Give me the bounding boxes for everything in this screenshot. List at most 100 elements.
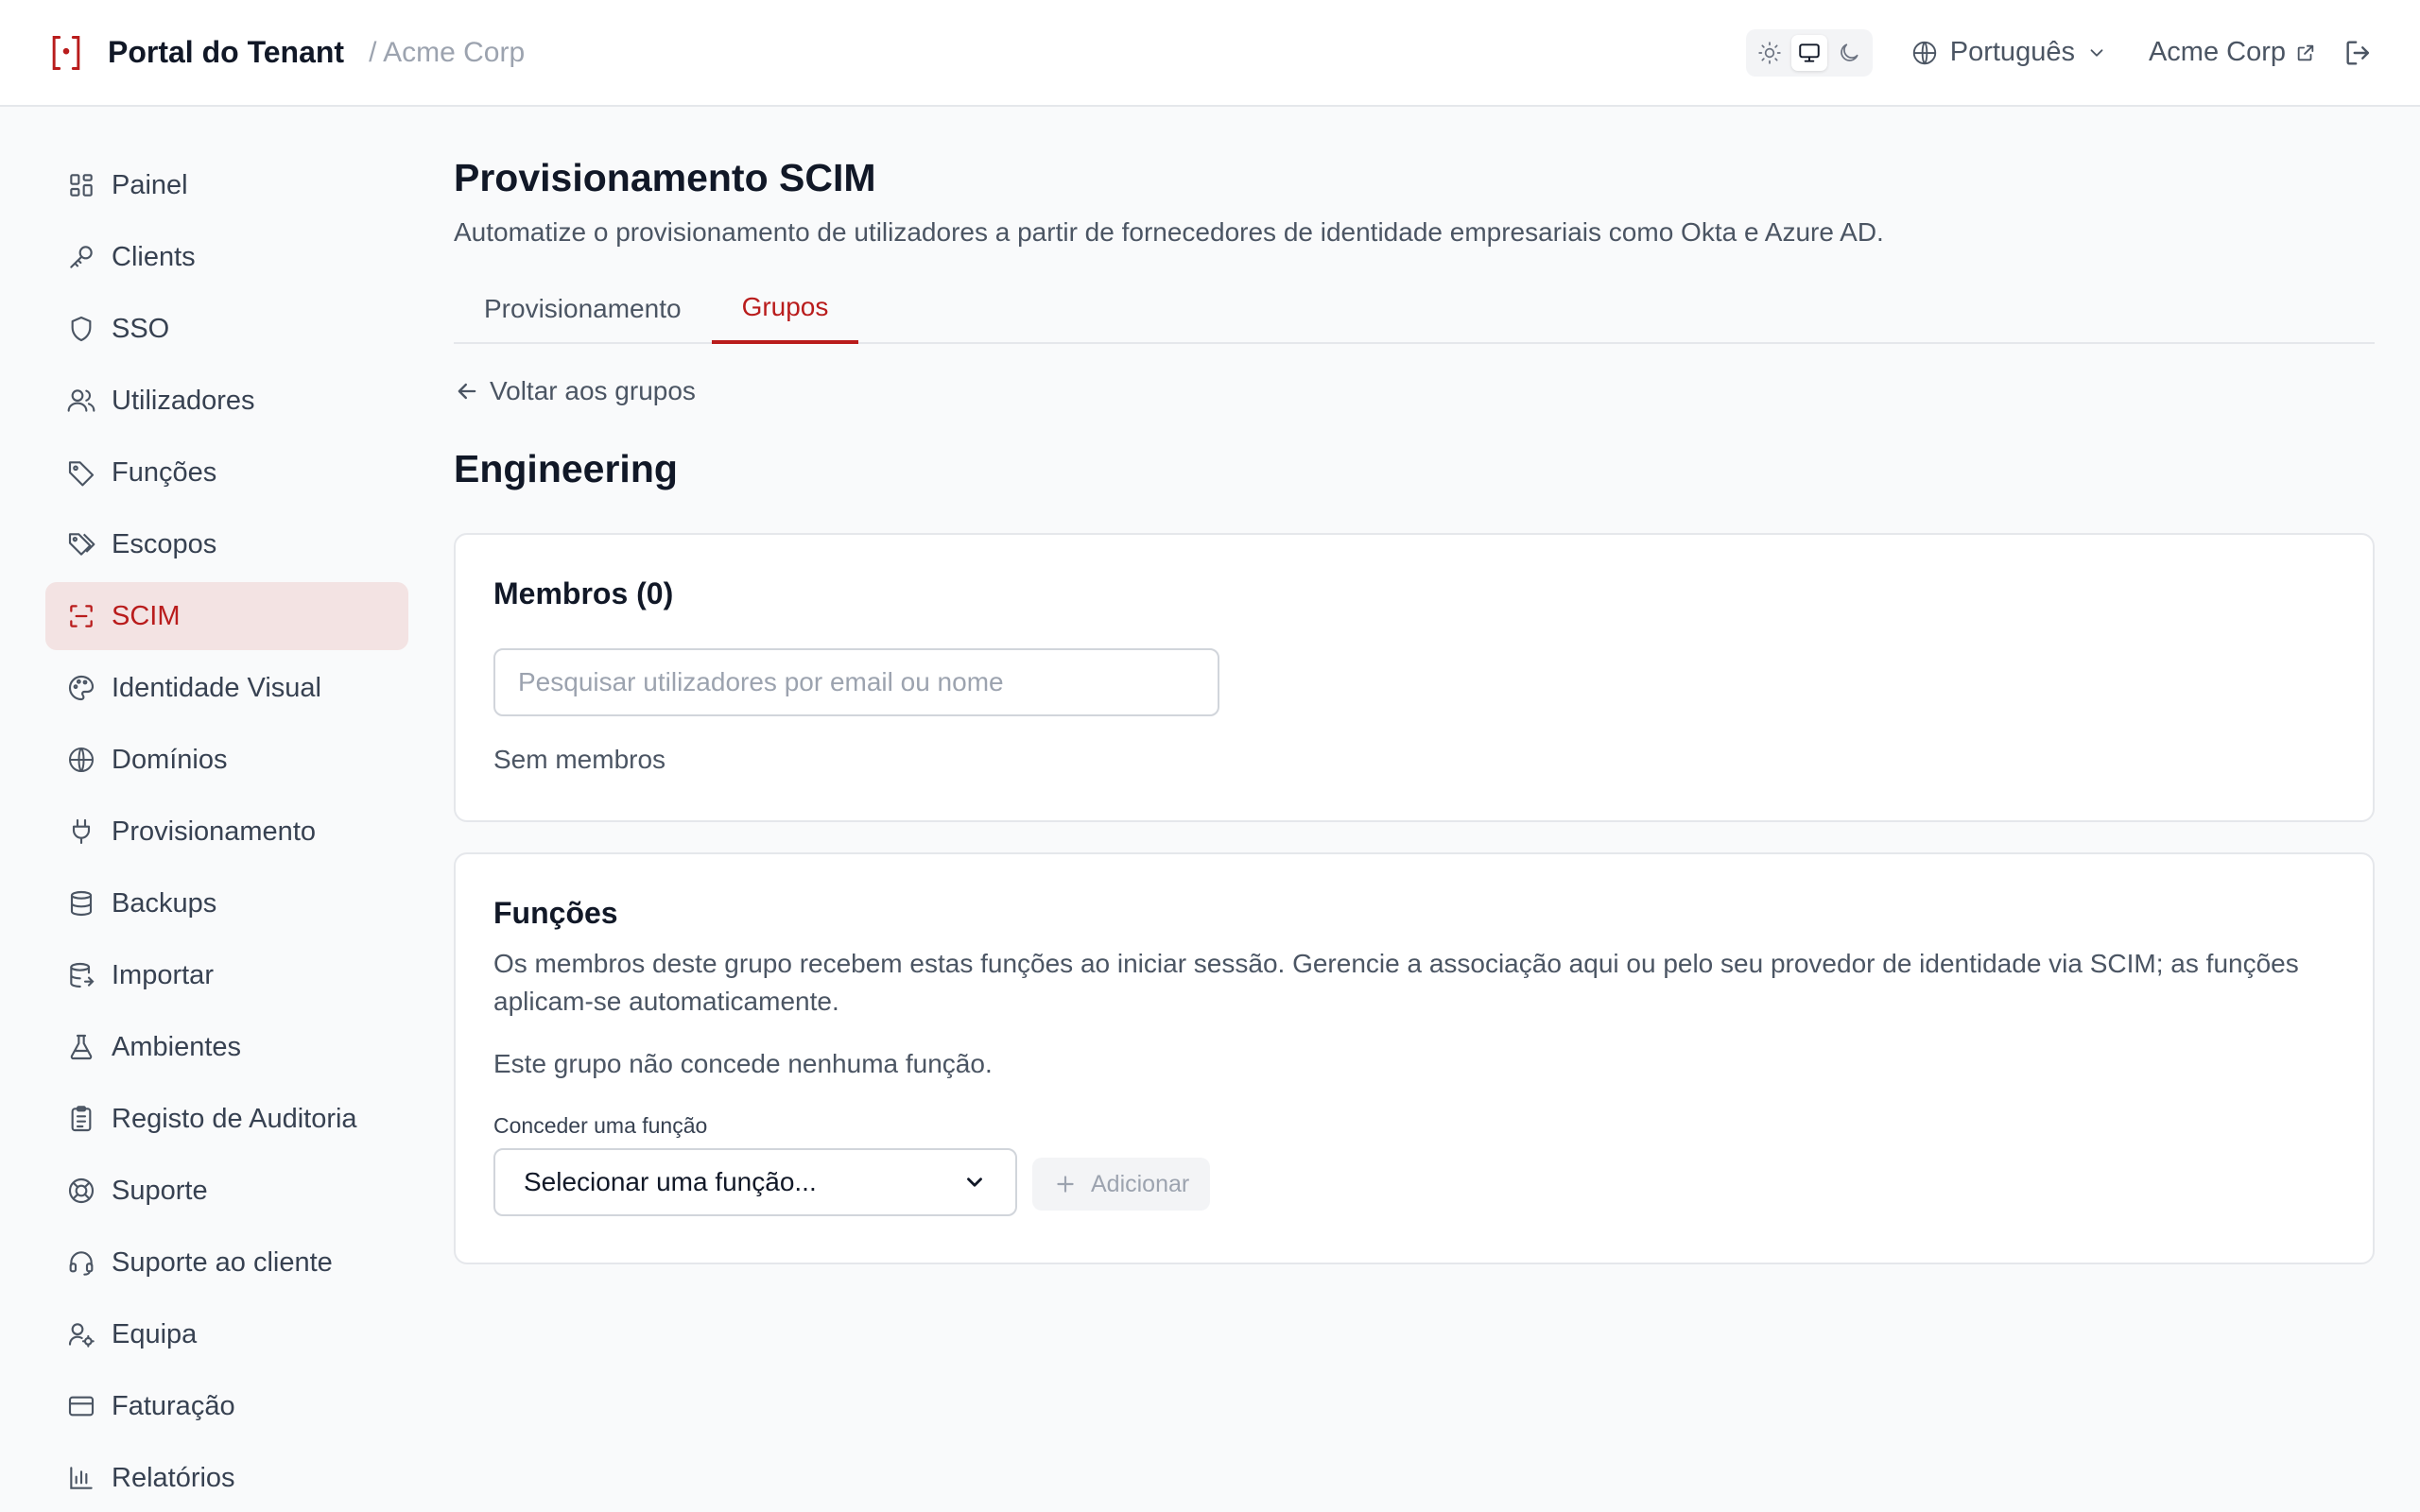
page-title: Provisionamento SCIM [454, 156, 876, 199]
role-select-value: Selecionar uma função... [524, 1167, 817, 1196]
sidebar-item-label: Equipa [112, 1318, 198, 1349]
sidebar-item-label: SCIM [112, 600, 181, 631]
roles-description: Os membros deste grupo recebem estas fun… [493, 949, 2299, 1016]
theme-light-button[interactable] [1752, 35, 1788, 71]
sidebar-item-backups[interactable]: Backups [45, 869, 408, 937]
sidebar-item-label: Suporte [112, 1175, 208, 1206]
sidebar-item-label: Clients [112, 241, 196, 272]
plus-icon [1057, 1176, 1074, 1193]
database-import-icon [70, 962, 95, 988]
group-title: Engineering [454, 447, 678, 490]
sidebar-item-suporte[interactable]: Suporte [45, 1157, 408, 1225]
brand-name[interactable]: Portal do Tenant [108, 35, 344, 70]
sidebar-item-suporte-cliente[interactable]: Suporte ao cliente [45, 1228, 408, 1297]
key-icon [70, 246, 93, 268]
sidebar-item-ambientes[interactable]: Ambientes [45, 1013, 408, 1081]
top-header: Portal do Tenant / Acme Corp Português A… [0, 0, 2420, 107]
members-card: Membros (0) Sem membros [454, 533, 2375, 822]
sidebar-item-provisionamento[interactable]: Provisionamento [45, 798, 408, 866]
header-actions: Português Acme Corp [1745, 28, 2375, 77]
sidebar-item-label: Domínios [112, 744, 228, 775]
scan-icon [70, 605, 93, 627]
monitor-icon [1799, 43, 1820, 62]
main-content: Provisionamento SCIM Automatize o provis… [454, 151, 2375, 1264]
tenant-breadcrumb: / Acme Corp [369, 36, 526, 68]
lifebuoy-icon [68, 1177, 95, 1204]
database-icon [70, 890, 93, 917]
grant-role-label: Conceder uma função [493, 1113, 708, 1138]
sidebar-item-label: Funções [112, 456, 217, 488]
sidebar-item-label: Faturação [112, 1390, 235, 1421]
sidebar-item-identidade-visual[interactable]: Identidade Visual [45, 654, 408, 722]
palette-icon [68, 675, 95, 701]
roles-card: Funções Os membros deste grupo recebem e… [454, 852, 2375, 1264]
theme-toggle [1745, 28, 1873, 77]
theme-dark-button[interactable] [1831, 35, 1867, 71]
sidebar-item-painel[interactable]: Painel [45, 151, 408, 219]
sidebar-item-label: Relatórios [112, 1462, 235, 1493]
back-to-groups-link[interactable]: Voltar aos grupos [454, 372, 2375, 410]
tags-icon [68, 533, 95, 556]
members-title: Membros (0) [493, 576, 674, 610]
globe-icon [69, 747, 94, 772]
credit-card-icon [68, 1396, 95, 1417]
sidebar-nav: Painel Clients SSO Utilizadores Funções … [45, 151, 408, 1512]
sun-icon [1758, 41, 1781, 64]
sidebar-item-faturacao[interactable]: Faturação [45, 1372, 408, 1440]
sidebar-item-escopos[interactable]: Escopos [45, 510, 408, 578]
logout-button[interactable] [2342, 37, 2375, 69]
sidebar-item-label: Suporte ao cliente [112, 1246, 333, 1278]
bar-chart-icon [70, 1467, 93, 1489]
tag-icon [68, 461, 95, 487]
sidebar-item-relatorios[interactable]: Relatórios [45, 1444, 408, 1512]
brand-logo-icon [45, 32, 87, 74]
member-search-input[interactable] [493, 648, 1219, 716]
sidebar-item-label: Identidade Visual [112, 672, 321, 703]
arrow-left-icon [458, 383, 476, 400]
chevron-down-icon [2090, 48, 2103, 57]
flask-icon [70, 1034, 93, 1060]
add-role-label: Adicionar [1091, 1170, 1190, 1197]
sidebar-item-label: Provisionamento [112, 816, 316, 847]
sidebar-item-scim[interactable]: SCIM [45, 582, 408, 650]
sidebar-item-importar[interactable]: Importar [45, 941, 408, 1009]
sidebar-item-label: Ambientes [112, 1031, 242, 1062]
tab-grupos[interactable]: Grupos [711, 274, 859, 344]
role-select[interactable]: Selecionar uma função... [493, 1148, 1017, 1216]
globe-icon [1912, 41, 1936, 64]
moon-icon [1840, 43, 1858, 61]
language-selector[interactable]: Português [1910, 37, 2107, 68]
tenant-external-link[interactable]: Acme Corp [2149, 37, 2316, 68]
sidebar-item-label: Importar [112, 959, 214, 990]
user-cog-icon [68, 1323, 95, 1348]
roles-title: Funções [493, 896, 618, 930]
add-role-button[interactable]: Adicionar [1032, 1158, 1211, 1211]
page-subtitle: Automatize o provisionamento de utilizad… [454, 217, 1884, 247]
sidebar-item-label: Backups [112, 887, 217, 919]
external-link-icon [2297, 44, 2314, 60]
tab-provisionamento[interactable]: Provisionamento [454, 274, 712, 344]
sidebar-item-dominios[interactable]: Domínios [45, 726, 408, 794]
sidebar-item-registo-auditoria[interactable]: Registo de Auditoria [45, 1085, 408, 1153]
logout-icon [2346, 40, 2370, 65]
sidebar-item-label: Painel [112, 169, 188, 200]
sidebar-item-label: Utilizadores [112, 385, 255, 416]
sidebar-item-funcoes[interactable]: Funções [45, 438, 408, 507]
sidebar-item-clients[interactable]: Clients [45, 223, 408, 291]
users-icon [67, 389, 95, 412]
theme-system-button[interactable] [1790, 34, 1827, 71]
members-empty-state: Sem membros [493, 745, 666, 774]
dashboard-icon [70, 174, 93, 197]
plug-icon [72, 818, 91, 845]
sidebar-item-label: Escopos [112, 528, 217, 559]
sidebar-item-sso[interactable]: SSO [45, 295, 408, 363]
sidebar-item-equipa[interactable]: Equipa [45, 1300, 408, 1368]
language-label: Português [1949, 37, 2075, 67]
sidebar-item-utilizadores[interactable]: Utilizadores [45, 367, 408, 435]
tenant-link-label: Acme Corp [2148, 37, 2286, 67]
headset-icon [69, 1251, 94, 1276]
shield-icon [71, 316, 92, 342]
back-link-label: Voltar aos grupos [490, 376, 696, 405]
tab-bar: Provisionamento Grupos [454, 274, 2375, 344]
chevron-down-icon [967, 1177, 982, 1187]
